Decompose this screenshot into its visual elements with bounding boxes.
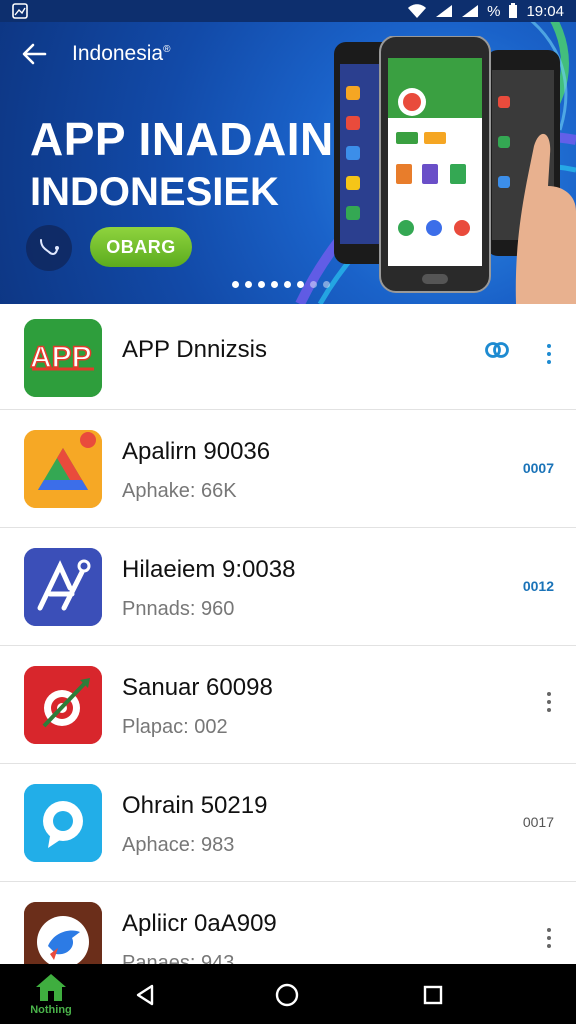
status-bar: % 19:04 [0,0,576,22]
app-name: Apliicr 0aA909 [122,910,277,937]
stethoscope-button[interactable] [26,225,72,271]
wifi-icon [408,4,427,18]
home-circle-icon [275,983,299,1007]
home-tab[interactable]: Nothing [28,972,74,1016]
carousel-dot[interactable] [297,281,304,288]
back-triangle-icon [136,984,154,1006]
target-arrow-icon [24,666,102,744]
app-bar: Indonesia® [20,40,170,68]
recents-nav-button[interactable] [420,982,446,1008]
carousel-dot[interactable] [310,281,317,288]
app-subtitle: Pnnads: 960 [122,598,235,620]
app-count: 0007 [522,460,554,476]
hero-cta-button[interactable]: OBARG [90,227,192,267]
back-nav-button[interactable] [132,982,158,1008]
hero-headline-line1: APP INADAIN [30,113,334,165]
list-item[interactable]: Ohrain 50219 Aphace: 983 0017 [0,764,576,882]
app-subtitle: Plapac: 002 [122,716,228,738]
app-count: 0017 [522,814,554,830]
signal-icon-2 [462,5,479,17]
list-item[interactable]: Hilaeiem 9:0038 Pnnads: 960 0012 [0,528,576,646]
chat-bubble-icon [24,784,102,862]
list-item[interactable]: Apalirn 90036 Aphake: 66K 0007 [0,410,576,528]
carousel-dot[interactable] [245,281,252,288]
letter-a-icon [24,548,102,626]
battery-icon [509,3,518,18]
app-name: Hilaeiem 9:0038 [122,556,296,583]
hero-banner[interactable]: Indonesia® APP INADAIN INDONESIEK OBARG [0,0,576,304]
carousel-indicator[interactable] [232,281,330,288]
carousel-dot[interactable] [323,281,330,288]
screenshot-notification-icon [12,3,28,19]
system-nav-bar: Nothing [0,964,576,1024]
more-options-icon[interactable] [546,692,552,712]
more-options-icon[interactable] [546,344,552,364]
home-icon [36,974,66,1001]
app-name: Ohrain 50219 [122,792,268,819]
app-name: Apalirn 90036 [122,438,271,465]
list-item[interactable]: Sanuar 60098 Plapac: 002 [0,646,576,764]
back-arrow-icon[interactable] [20,40,48,68]
link-icon[interactable] [484,340,510,365]
list-item[interactable]: APP APP Dnnizsis [0,304,576,410]
carousel-dot[interactable] [258,281,265,288]
battery-indicator: % [487,2,501,20]
carousel-dot[interactable] [232,281,239,288]
signal-icon [436,5,453,17]
drive-triangle-icon [24,430,102,508]
app-name: Sanuar 60098 [122,674,273,701]
app-subtitle: Aphake: 66K [122,480,237,502]
home-tab-label: Nothing [30,1004,72,1016]
page-title: Indonesia® [72,42,171,65]
registered-mark: ® [163,44,171,55]
recents-square-icon [423,985,443,1005]
stethoscope-icon [40,239,59,255]
more-options-icon[interactable] [546,928,552,948]
carousel-dot[interactable] [284,281,291,288]
home-nav-button[interactable] [274,982,300,1008]
phones-illustration [334,36,576,304]
app-subtitle: Aphace: 983 [122,834,235,856]
hero-headline-line2: INDONESIEK [30,170,279,214]
app-logo-icon: APP [24,319,102,397]
app-name: APP Dnnizsis [122,336,267,363]
status-time: 19:04 [526,2,564,20]
app-list: APP APP Dnnizsis Apalirn 90036 Aphake: 6… [0,304,576,1000]
app-count: 0012 [522,578,554,594]
carousel-dot[interactable] [271,281,278,288]
